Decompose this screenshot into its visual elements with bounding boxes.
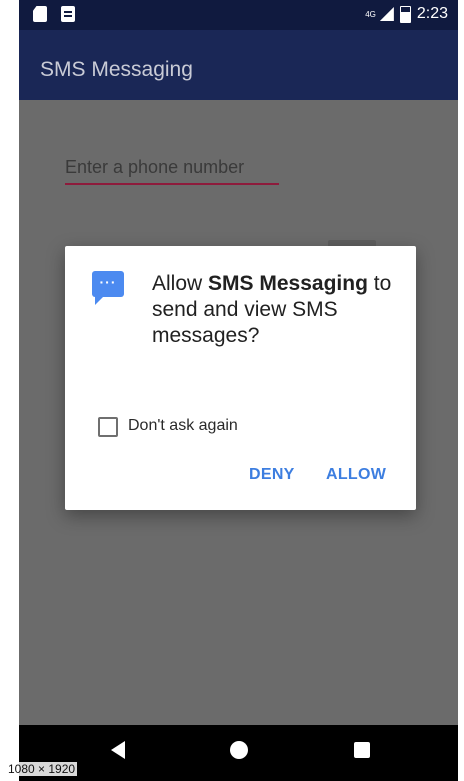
chat-icon: ··· (92, 271, 124, 305)
phone-number-input[interactable]: Enter a phone number (65, 153, 279, 185)
battery-icon (399, 5, 411, 23)
prompt-app-name: SMS Messaging (208, 272, 368, 295)
recents-icon[interactable] (354, 742, 370, 758)
status-right: 4G 2:23 (365, 5, 448, 23)
permission-dialog: ··· Allow SMS Messaging to send and view… (65, 246, 416, 510)
prompt-prefix: Allow (152, 272, 209, 295)
phone-screen: 4G 2:23 SMS Messaging Enter a phone numb… (19, 0, 458, 781)
home-icon[interactable] (230, 741, 248, 759)
navigation-bar (19, 725, 458, 781)
status-bar: 4G 2:23 (19, 0, 458, 30)
status-time: 2:23 (416, 5, 448, 22)
app-title: SMS Messaging (40, 58, 193, 81)
signal-icon (379, 7, 394, 21)
permission-prompt: Allow SMS Messaging to send and view SMS… (152, 271, 402, 349)
dont-ask-checkbox[interactable] (98, 417, 118, 437)
dont-ask-label[interactable]: Don't ask again (128, 417, 238, 435)
status-left-icons (33, 6, 75, 22)
app-bar: SMS Messaging (19, 30, 458, 100)
allow-button[interactable]: ALLOW (326, 466, 386, 484)
message-icon (61, 6, 75, 22)
resolution-label: 1080 × 1920 (6, 762, 78, 776)
back-icon[interactable] (111, 741, 125, 759)
deny-button[interactable]: DENY (249, 466, 295, 484)
network-type: 4G (365, 9, 376, 19)
sd-card-icon (33, 6, 47, 22)
